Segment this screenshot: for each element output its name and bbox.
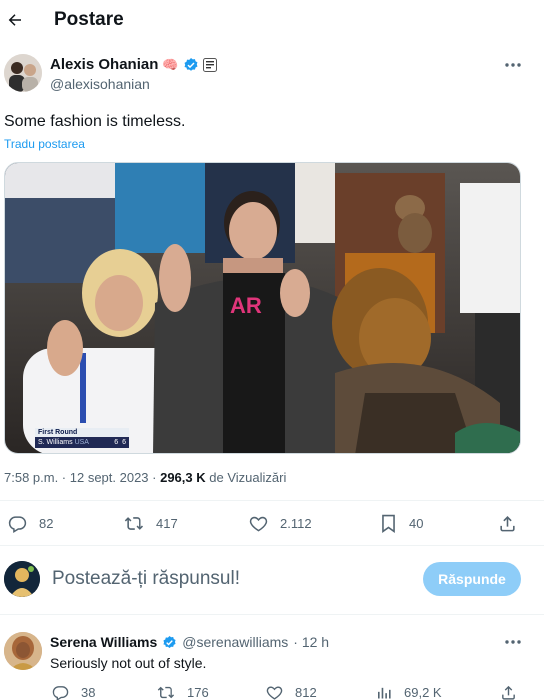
reply-count: 82 (39, 516, 54, 531)
repost-icon (157, 686, 175, 699)
reply-author-handle[interactable]: @serenawilliams (182, 634, 288, 650)
reply-time[interactable]: · 12 h (293, 634, 329, 650)
reply-icon (52, 686, 69, 700)
share-icon (502, 685, 515, 700)
divider (0, 500, 544, 501)
reply-like-action[interactable]: 812 (266, 684, 317, 700)
more-options-icon[interactable] (504, 62, 522, 68)
bookmark-count: 40 (409, 516, 424, 531)
scoreboard-score-2: 6 (122, 439, 126, 446)
views-label: de Vizualizări (205, 470, 287, 485)
author-emoji: 🧠 (162, 56, 179, 72)
divider (0, 545, 544, 546)
current-user-avatar[interactable] (4, 561, 40, 597)
heart-icon (249, 516, 268, 532)
verified-badge-icon (183, 57, 199, 73)
like-action[interactable]: 2.112 (249, 514, 312, 533)
like-count: 2.112 (280, 516, 312, 531)
author-handle[interactable]: @alexisohanian (50, 76, 150, 92)
affiliation-badge-icon (202, 57, 217, 72)
reply-reply-action[interactable]: 38 (52, 684, 95, 700)
post-text: Some fashion is timeless. (4, 113, 186, 130)
post-timestamp[interactable]: 7:58 p.m. · 12 sept. 2023 · (4, 470, 160, 485)
repost-icon (124, 517, 144, 530)
divider (0, 614, 544, 615)
stadium-photo: AR (5, 163, 520, 453)
back-button[interactable] (6, 11, 24, 29)
scoreboard-score-1: 6 (114, 439, 119, 446)
heart-icon (266, 686, 283, 700)
reply-repost-action[interactable]: 176 (157, 684, 209, 700)
share-icon (500, 516, 515, 532)
scoreboard-round: First Round (35, 428, 129, 437)
reply-action[interactable]: 82 (8, 514, 53, 533)
reply-author-avatar[interactable] (4, 632, 42, 670)
reply-views-count: 69,2 K (404, 685, 442, 700)
views-count: 296,3 K (160, 470, 206, 485)
scoreboard-overlay: First Round S. Williams USA 6 6 (35, 428, 129, 448)
reply-more-options-icon[interactable] (504, 639, 522, 645)
scoreboard-country: USA (74, 439, 89, 446)
scoreboard-player: S. Williams (38, 439, 73, 446)
reply-repost-count: 176 (187, 685, 209, 700)
reply-views-action[interactable]: 69,2 K (376, 684, 442, 700)
reply-author-name[interactable]: Serena Williams (50, 634, 157, 650)
bookmark-icon (382, 514, 395, 533)
share-button[interactable] (498, 514, 517, 533)
verified-badge-icon (162, 635, 177, 650)
author-avatar[interactable] (4, 54, 42, 92)
repost-count: 417 (156, 516, 178, 531)
repost-action[interactable]: 417 (124, 514, 178, 533)
svg-text:AR: AR (230, 293, 262, 318)
reply-text: Seriously not out of style. (50, 655, 207, 671)
post-meta: 7:58 p.m. · 12 sept. 2023 · 296,3 K de V… (4, 470, 286, 485)
reply-composer-input[interactable]: Postează-ți răspunsul! (52, 568, 240, 590)
reply-share-button[interactable] (500, 684, 517, 700)
post-image[interactable]: AR First Round S. Williams USA 6 6 (4, 162, 521, 454)
reply-icon (8, 516, 27, 533)
page-title: Postare (54, 9, 124, 30)
reply-submit-button[interactable]: Răspunde (423, 562, 521, 596)
bookmark-action[interactable]: 40 (380, 514, 423, 533)
analytics-icon (378, 687, 391, 699)
author-name[interactable]: Alexis Ohanian (50, 56, 158, 73)
reply-like-count: 812 (295, 685, 317, 700)
reply-reply-count: 38 (81, 685, 96, 700)
translate-post-link[interactable]: Tradu postarea (4, 137, 85, 151)
arrow-left-icon (8, 14, 21, 26)
